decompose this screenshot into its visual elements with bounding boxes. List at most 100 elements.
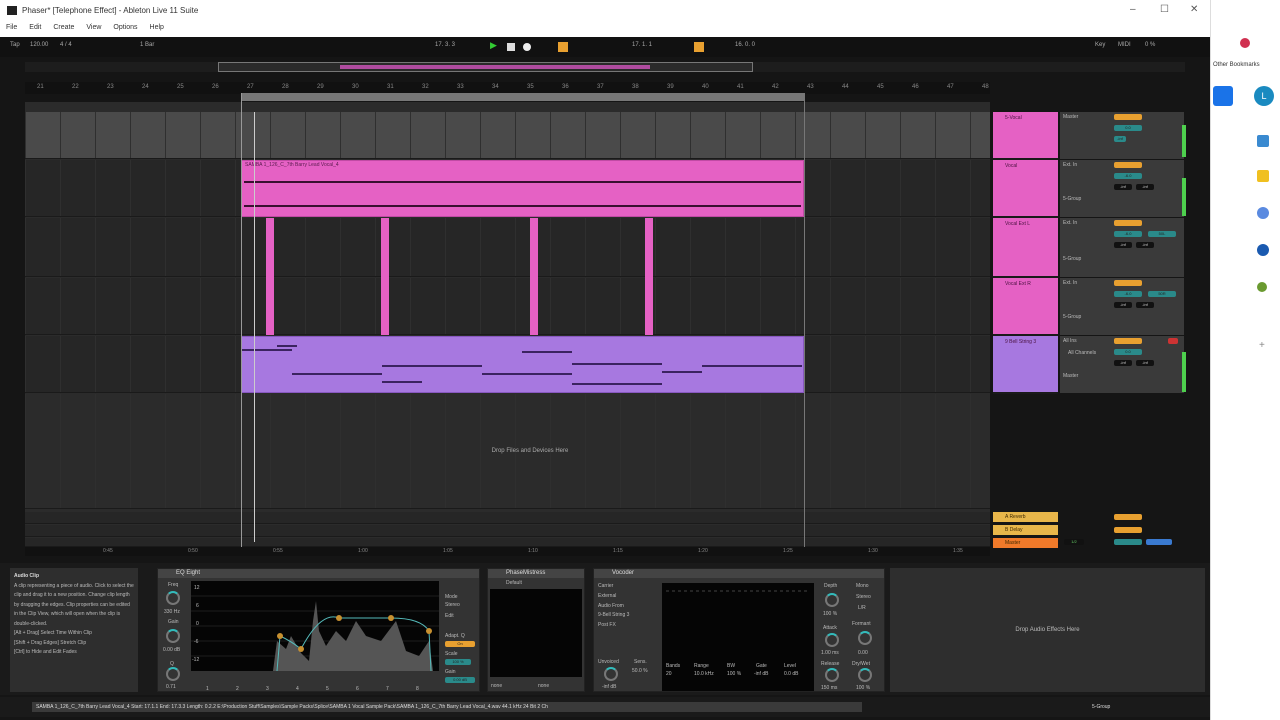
track-activator[interactable] (1114, 280, 1142, 286)
maximize-button[interactable]: ☐ (1160, 4, 1169, 15)
band-1-toggle[interactable]: 1 (206, 686, 209, 692)
return-track-b[interactable]: B Delay (993, 525, 1058, 535)
send-b[interactable]: -inf (1136, 184, 1154, 190)
arm-button[interactable] (1168, 338, 1178, 344)
vocoder-device[interactable]: Vocoder Carrier External Audio From 9-Be… (593, 568, 885, 692)
menu-help[interactable]: Help (150, 24, 164, 32)
band-3-toggle[interactable]: 3 (266, 686, 269, 692)
add-icon[interactable]: + (1259, 340, 1265, 351)
audio-clip-slice[interactable] (530, 218, 538, 335)
gate-field[interactable]: -inf dB (754, 671, 768, 677)
send-a[interactable]: -inf (1114, 136, 1126, 142)
audio-from-select[interactable]: 9-Bell String 3 (598, 612, 629, 618)
bands-field[interactable]: 20 (666, 671, 672, 677)
band-5-toggle[interactable]: 5 (326, 686, 329, 692)
tempo-field[interactable]: 120.00 (30, 42, 48, 52)
output-gain-field[interactable]: 0.00 dB (445, 677, 475, 683)
audio-clip-slice[interactable] (381, 218, 389, 335)
send-a[interactable]: -inf (1114, 184, 1132, 190)
carrier-select[interactable]: External (598, 593, 616, 599)
menu-edit[interactable]: Edit (29, 24, 41, 32)
band-4-toggle[interactable]: 4 (296, 686, 299, 692)
lane-return-b[interactable] (25, 525, 990, 537)
gain-knob[interactable] (166, 629, 180, 643)
audio-clip-slice[interactable] (645, 218, 653, 335)
eq-eight-device[interactable]: EQ Eight Freq 330 Hz Gain 0.00 dB Q 0.71… (157, 568, 480, 692)
stop-icon[interactable] (507, 43, 515, 51)
send-a[interactable]: -inf (1114, 360, 1132, 366)
attack-knob[interactable] (825, 633, 839, 647)
device-title[interactable]: EQ Eight (158, 569, 479, 578)
gain-value[interactable]: 0.00 dB (163, 647, 180, 653)
formant-knob[interactable] (858, 631, 872, 645)
freq-knob[interactable] (166, 591, 180, 605)
extension-icon[interactable] (1240, 38, 1250, 48)
audio-clip-vocal[interactable]: SAMBA 1_126_C_7th Barry Lead Vocal_4 (241, 160, 804, 217)
track-header-bell-string[interactable]: 9 Bell String 3 (993, 336, 1058, 394)
input-select[interactable]: Ext. In (1063, 220, 1077, 226)
scale-field[interactable]: 100 % (445, 659, 471, 665)
master-track[interactable]: Master (993, 538, 1058, 548)
arrangement-position[interactable]: 17. 3. 3 (435, 42, 455, 52)
maps-icon[interactable] (1257, 282, 1267, 292)
blue-button[interactable] (1213, 86, 1233, 106)
track-activator[interactable] (1114, 114, 1142, 120)
volume-field[interactable]: -6.0 (1114, 173, 1142, 179)
bw-field[interactable]: 100 % (727, 671, 741, 677)
release-knob[interactable] (825, 668, 839, 682)
quantize-menu[interactable]: 1 Bar (140, 42, 154, 52)
sens-field[interactable]: 50.0 % (632, 668, 648, 674)
track-activator[interactable] (1114, 162, 1142, 168)
stereo-button[interactable]: Stereo (856, 594, 871, 600)
q-knob[interactable] (166, 667, 180, 681)
band-8-toggle[interactable]: 8 (416, 686, 419, 692)
unvoiced-knob[interactable] (604, 667, 618, 681)
send-b[interactable]: -inf (1136, 242, 1154, 248)
output-select[interactable]: 5-Group (1063, 196, 1081, 202)
close-button[interactable]: ✕ (1190, 4, 1198, 15)
track-header-group[interactable]: 5-Vocal (993, 112, 1058, 160)
key-map-button[interactable]: Key (1095, 42, 1105, 52)
device-title[interactable]: PhaseMistress (488, 569, 584, 578)
depth-knob[interactable] (825, 593, 839, 607)
output-select[interactable]: Master (1063, 373, 1078, 379)
record-icon[interactable] (523, 43, 531, 51)
lane-vocal-ext-l[interactable] (25, 218, 990, 277)
minimize-button[interactable]: – (1130, 4, 1136, 15)
phasemistress-device[interactable]: PhaseMistress Default none none (487, 568, 585, 692)
lane-return-a[interactable] (25, 512, 990, 524)
time-ruler[interactable]: 0:45 0:50 0:55 1:00 1:05 1:10 1:15 1:20 1:25 1:30… (25, 547, 990, 556)
app-icon[interactable] (1257, 135, 1269, 147)
volume-field[interactable]: -6.0 (1114, 231, 1142, 237)
menu-view[interactable]: View (86, 24, 101, 32)
draw-mode-icon[interactable] (694, 42, 704, 52)
loop-brace[interactable] (241, 93, 804, 101)
master-pan[interactable] (1146, 539, 1172, 545)
track-header-vocal-ext-r[interactable]: Vocal Ext R (993, 278, 1058, 336)
channel-select[interactable]: All Channels (1068, 350, 1096, 356)
band-2-toggle[interactable]: 2 (236, 686, 239, 692)
send-b[interactable]: -inf (1136, 302, 1154, 308)
lane-group[interactable] (25, 112, 990, 159)
tap-button[interactable]: Tap (10, 42, 20, 52)
mode-select[interactable]: Stereo (445, 602, 460, 608)
xy-pad[interactable] (490, 589, 582, 677)
q-value[interactable]: 0.71 (166, 684, 176, 690)
range-field[interactable]: 10.0 kHz (694, 671, 714, 677)
send-a[interactable]: -inf (1114, 302, 1132, 308)
y-param-select[interactable]: none (538, 683, 549, 689)
track-activator[interactable] (1114, 338, 1142, 344)
track-header-vocal[interactable]: Vocal (993, 160, 1058, 218)
menu-create[interactable]: Create (53, 24, 74, 32)
adaptive-q-toggle[interactable]: On (445, 641, 475, 647)
time-signature[interactable]: 4 / 4 (60, 42, 72, 52)
band-7-toggle[interactable]: 7 (386, 686, 389, 692)
return-b-volume[interactable] (1114, 527, 1142, 533)
pan-field[interactable]: 50R (1148, 291, 1176, 297)
track-activator[interactable] (1114, 220, 1142, 226)
freq-value[interactable]: 330 Hz (164, 609, 180, 615)
return-a-volume[interactable] (1114, 514, 1142, 520)
cue-out[interactable]: 1/2 (1064, 539, 1084, 545)
loop-start[interactable]: 17. 1. 1 (632, 42, 652, 52)
master-volume[interactable] (1114, 539, 1142, 545)
